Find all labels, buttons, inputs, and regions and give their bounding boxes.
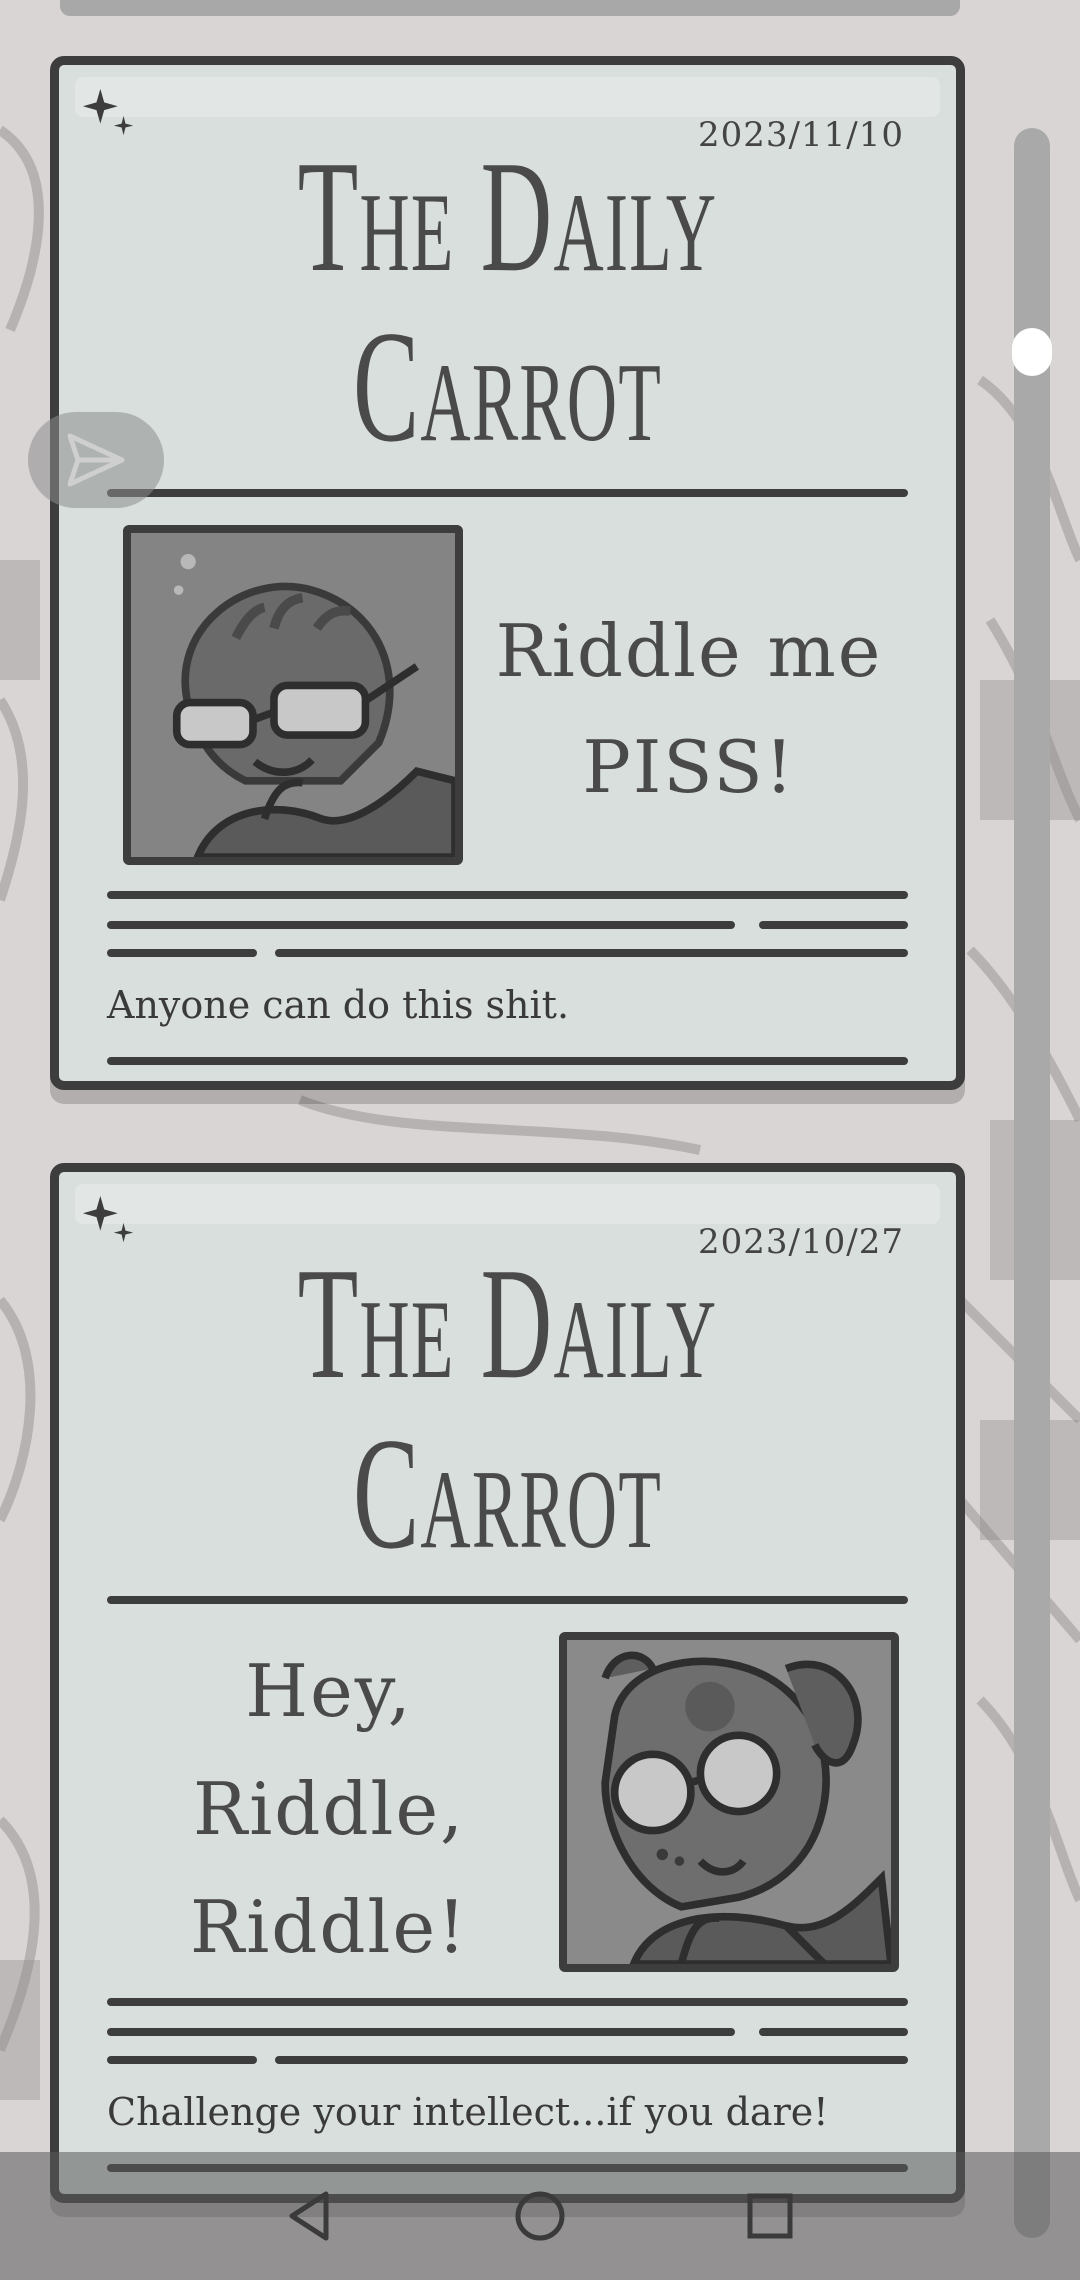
scrollbar-track[interactable] <box>1014 128 1050 2238</box>
recents-button[interactable] <box>690 2152 850 2280</box>
masthead-line: The Daily <box>297 127 718 305</box>
home-button[interactable] <box>460 2152 620 2280</box>
divider <box>107 891 908 899</box>
subheadline: Anyone can do this shit. <box>107 983 570 1027</box>
headline-line: PISS! <box>582 725 796 809</box>
headline-line: Riddle, <box>193 1767 465 1851</box>
masthead-line: Carrot <box>353 1404 662 1582</box>
divider <box>107 489 908 497</box>
divider <box>107 1998 908 2006</box>
headline: Hey, Riddle, Riddle! <box>119 1632 539 1986</box>
divider <box>107 949 257 957</box>
divider <box>107 1057 908 1065</box>
system-navigation-bar <box>0 2152 1080 2280</box>
divider <box>275 2056 908 2064</box>
divider <box>107 2056 257 2064</box>
divider <box>759 921 908 929</box>
headline: Riddle me PISS! <box>479 593 899 825</box>
divider <box>759 2028 908 2036</box>
share-button[interactable] <box>28 412 164 508</box>
headline-line: Riddle! <box>190 1885 468 1969</box>
back-icon <box>289 2191 329 2241</box>
recents-icon <box>747 2193 793 2239</box>
divider <box>107 1596 908 1604</box>
card-highlight <box>75 1184 940 1224</box>
newspaper-card[interactable]: 2023/10/27 The Daily Carrot Hey, Riddle,… <box>50 1163 965 2203</box>
scrollbar-thumb[interactable] <box>1012 328 1052 376</box>
divider <box>107 2028 735 2036</box>
home-icon <box>515 2191 565 2241</box>
divider <box>275 949 908 957</box>
headline-line: Hey, <box>245 1649 413 1733</box>
divider <box>107 921 735 929</box>
previous-card-edge <box>60 0 960 16</box>
round-glasses-dog-icon <box>559 1632 899 1972</box>
newspaper-card[interactable]: 2023/11/10 The Daily Carrot Riddle me PI… <box>50 56 965 1090</box>
masthead-title: The Daily Carrot <box>59 131 956 471</box>
masthead-line: The Daily <box>297 1234 718 1412</box>
glasses-character-icon <box>123 525 463 865</box>
back-button[interactable] <box>230 2152 390 2280</box>
subheadline: Challenge your intellect...if you dare! <box>107 2090 829 2134</box>
headline-line: Riddle me <box>495 609 883 693</box>
card-highlight <box>75 77 940 117</box>
send-icon <box>67 433 125 487</box>
masthead-line: Carrot <box>353 297 662 475</box>
masthead-title: The Daily Carrot <box>59 1238 956 1578</box>
